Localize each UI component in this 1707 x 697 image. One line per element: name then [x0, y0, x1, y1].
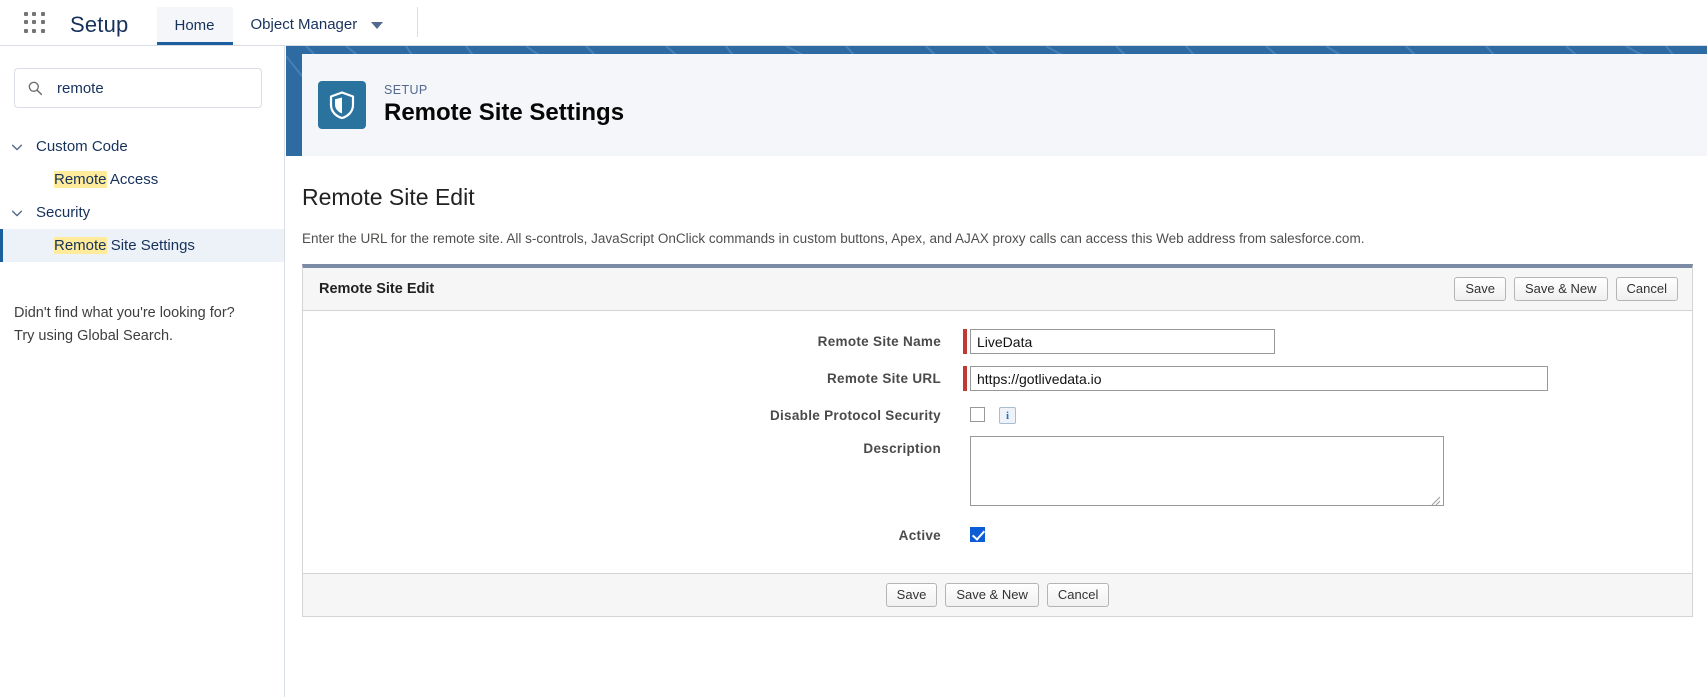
sidebar-item-remote-access[interactable]: Remote Access — [0, 163, 284, 196]
field-row-remote-site-name: Remote Site Name — [303, 329, 1692, 354]
sidebar-item-remote-site-settings[interactable]: Remote Site Settings — [0, 229, 284, 262]
setup-sidebar: Custom Code Remote Access Security Remot… — [0, 46, 285, 697]
sidebar-item-remote-access-rest: Access — [106, 171, 159, 188]
panel-header: Remote Site Edit Save Save & New Cancel — [303, 268, 1692, 311]
sidebar-group-security-label: Security — [36, 204, 91, 221]
save-button-bottom[interactable]: Save — [885, 583, 938, 607]
page-description: Enter the URL for the remote site. All s… — [302, 231, 1365, 246]
field-row-remote-site-url: Remote Site URL — [303, 366, 1692, 391]
chevron-down-icon[interactable] — [371, 22, 384, 29]
setup-title: Setup — [70, 12, 129, 37]
tab-object-manager[interactable]: Object Manager — [233, 7, 402, 45]
search-match-highlight: Remote — [54, 171, 107, 188]
chevron-down-icon — [11, 144, 23, 150]
active-field-wrap — [963, 523, 985, 542]
description-textarea-wrap — [970, 436, 1444, 511]
banner-card: SETUP Remote Site Settings — [302, 54, 1707, 156]
quick-find-search-box[interactable] — [14, 68, 262, 108]
active-checkbox[interactable] — [970, 527, 985, 542]
disable-protocol-security-label: Disable Protocol Security — [769, 408, 941, 423]
banner-eyebrow: SETUP — [384, 83, 428, 97]
remote-site-edit-panel: Remote Site Edit Save Save & New Cancel … — [302, 264, 1693, 617]
section-heading: Remote Site Edit — [302, 184, 475, 210]
panel-footer: Save Save & New Cancel — [303, 573, 1692, 616]
tab-object-manager-label: Object Manager — [250, 15, 358, 33]
required-indicator — [963, 329, 967, 354]
search-input[interactable] — [55, 78, 249, 98]
panel-body: Remote Site Name Remote Site URL Disable… — [303, 311, 1692, 573]
global-header: Setup Home Object Manager — [0, 0, 1707, 46]
sidebar-help-note: Didn't find what you're looking for? Try… — [14, 302, 284, 348]
setup-banner: SETUP Remote Site Settings — [286, 46, 1707, 156]
required-indicator — [963, 366, 967, 391]
remote-site-url-field-wrap — [963, 366, 1548, 391]
disable-protocol-security-checkbox[interactable] — [970, 407, 985, 422]
field-row-active: Active — [303, 523, 1692, 543]
tab-home[interactable]: Home — [156, 7, 233, 45]
description-textarea[interactable] — [970, 436, 1444, 506]
field-row-disable-protocol-security: Disable Protocol Security i — [303, 403, 1692, 424]
shield-glyph — [329, 91, 355, 119]
cancel-button-bottom[interactable]: Cancel — [1046, 583, 1110, 607]
field-row-description: Description — [303, 436, 1692, 511]
save-and-new-button-top[interactable]: Save & New — [1513, 277, 1608, 301]
chevron-down-icon — [11, 210, 23, 216]
save-and-new-button-bottom[interactable]: Save & New — [945, 583, 1039, 607]
remote-site-url-input[interactable] — [970, 366, 1548, 391]
remote-site-name-input[interactable] — [970, 329, 1275, 354]
remote-site-name-field-wrap — [963, 329, 1275, 354]
header-tabs: Home Object Manager — [156, 0, 402, 45]
banner-text: SETUP Remote Site Settings — [384, 82, 624, 128]
app-launcher-grid-icon[interactable] — [24, 12, 46, 34]
panel-title: Remote Site Edit — [319, 281, 435, 297]
search-icon — [28, 81, 43, 96]
description-label: Description — [863, 441, 941, 456]
sidebar-group-custom-code[interactable]: Custom Code — [0, 130, 284, 163]
search-match-highlight: Remote — [54, 237, 107, 254]
remote-site-name-label: Remote Site Name — [817, 334, 941, 349]
cancel-button-top[interactable]: Cancel — [1615, 277, 1678, 301]
sidebar-group-security[interactable]: Security — [0, 196, 284, 229]
page-title: Remote Site Settings — [384, 99, 625, 126]
header-divider — [417, 7, 419, 37]
save-button-top[interactable]: Save — [1454, 277, 1506, 301]
main-content: SETUP Remote Site Settings Remote Site E… — [286, 46, 1707, 697]
panel-top-button-row: Save Save & New Cancel — [1454, 277, 1678, 301]
active-label: Active — [898, 528, 941, 543]
sidebar-help-note-line2: Try using Global Search. — [14, 328, 174, 344]
info-icon[interactable]: i — [999, 407, 1016, 424]
sidebar-item-remote-site-settings-rest: Site Settings — [106, 237, 195, 254]
shield-icon — [318, 81, 366, 129]
remote-site-url-label: Remote Site URL — [826, 371, 941, 386]
page-content: Remote Site Edit Enter the URL for the r… — [286, 156, 1707, 617]
disable-protocol-security-field-wrap: i — [963, 403, 1016, 424]
sidebar-help-note-line1: Didn't find what you're looking for? — [14, 305, 235, 321]
description-field-wrap — [963, 436, 1444, 511]
setup-nav-tree: Custom Code Remote Access Security Remot… — [0, 130, 284, 262]
sidebar-group-custom-code-label: Custom Code — [36, 138, 128, 155]
